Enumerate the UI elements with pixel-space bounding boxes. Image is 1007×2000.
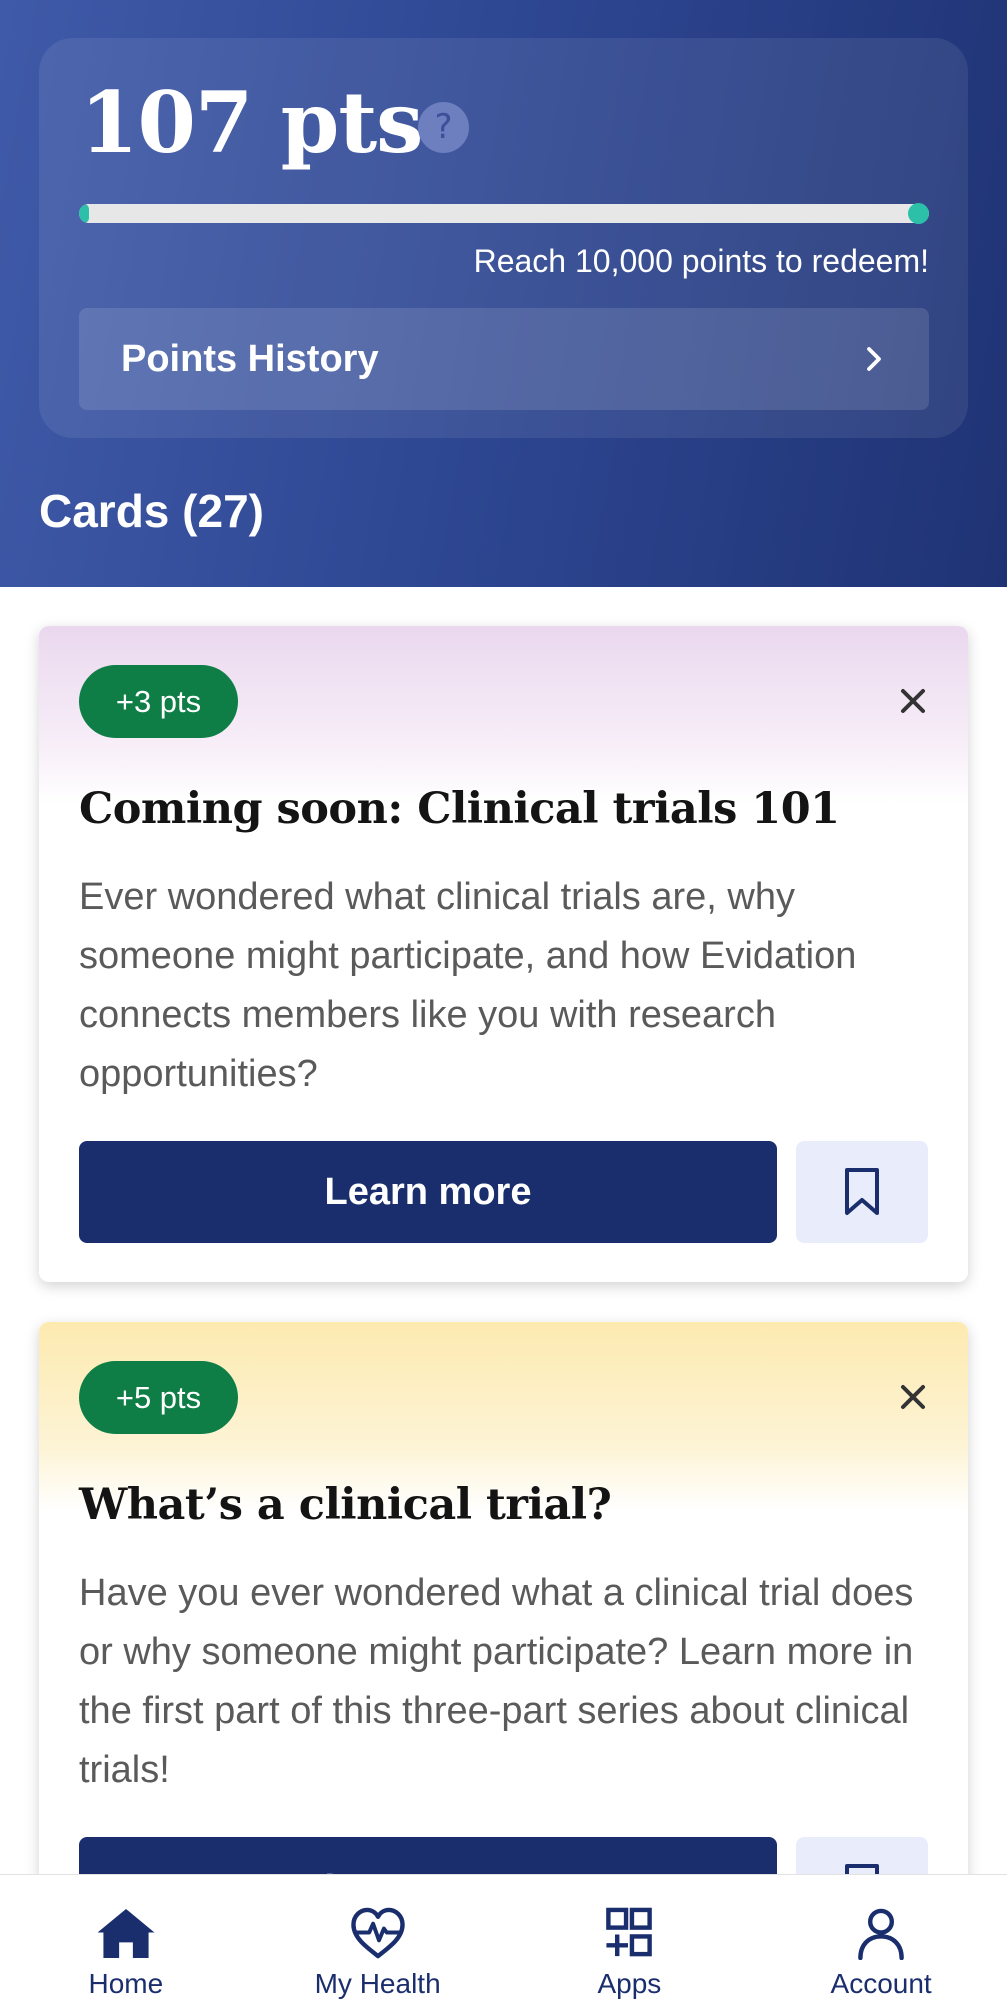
points-header: 107 pts ? Reach 10,000 points to redeem!… <box>0 0 1007 587</box>
tab-label: Account <box>830 1968 932 1999</box>
tab-home[interactable]: Home <box>0 1875 252 2000</box>
points-progress-fill <box>79 204 89 223</box>
tab-label: My Health <box>314 1968 441 1999</box>
card-title: What’s a clinical trial? <box>79 1480 612 1530</box>
progress-end-marker <box>908 203 929 224</box>
apps-icon <box>606 1907 653 1957</box>
card-title: Coming soon: Clinical trials 101 <box>79 784 840 834</box>
card-description: Ever wondered what clinical trials are, … <box>79 876 857 1095</box>
bottom-tab-bar: Home My Health Apps Account <box>0 1874 1007 2000</box>
close-icon[interactable] <box>898 1382 928 1412</box>
points-progress-bar <box>79 204 929 223</box>
points-history-button[interactable]: Points History <box>79 308 929 410</box>
tab-label: Home <box>88 1968 164 1999</box>
learn-more-button[interactable]: Learn more <box>79 1141 777 1243</box>
points-panel: 107 pts ? Reach 10,000 points to redeem!… <box>39 38 968 438</box>
tab-apps[interactable]: Apps <box>504 1875 756 2000</box>
bookmark-button[interactable] <box>796 1141 928 1243</box>
tab-label: Apps <box>597 1968 662 1999</box>
cards-section-title: Cards (27) <box>39 485 264 537</box>
chevron-right-icon <box>867 347 881 371</box>
bookmark-icon <box>845 1168 879 1215</box>
card-description: Have you ever wondered what a clinical t… <box>79 1572 914 1791</box>
heart-pulse-icon <box>350 1907 405 1959</box>
close-icon[interactable] <box>898 686 928 716</box>
tab-my-health[interactable]: My Health <box>252 1875 504 2000</box>
points-history-label: Points History <box>121 337 379 380</box>
account-icon <box>858 1908 904 1960</box>
points-badge: +5 pts <box>79 1361 238 1434</box>
help-icon[interactable]: ? <box>418 102 469 153</box>
points-badge: +3 pts <box>79 665 238 738</box>
progress-caption: Reach 10,000 points to redeem! <box>473 243 929 279</box>
tab-account[interactable]: Account <box>755 1875 1007 2000</box>
points-value: 107 pts <box>80 73 423 172</box>
content-card: +3 pts Coming soon: Clinical trials 101 … <box>39 626 968 1282</box>
home-icon <box>97 1908 155 1959</box>
